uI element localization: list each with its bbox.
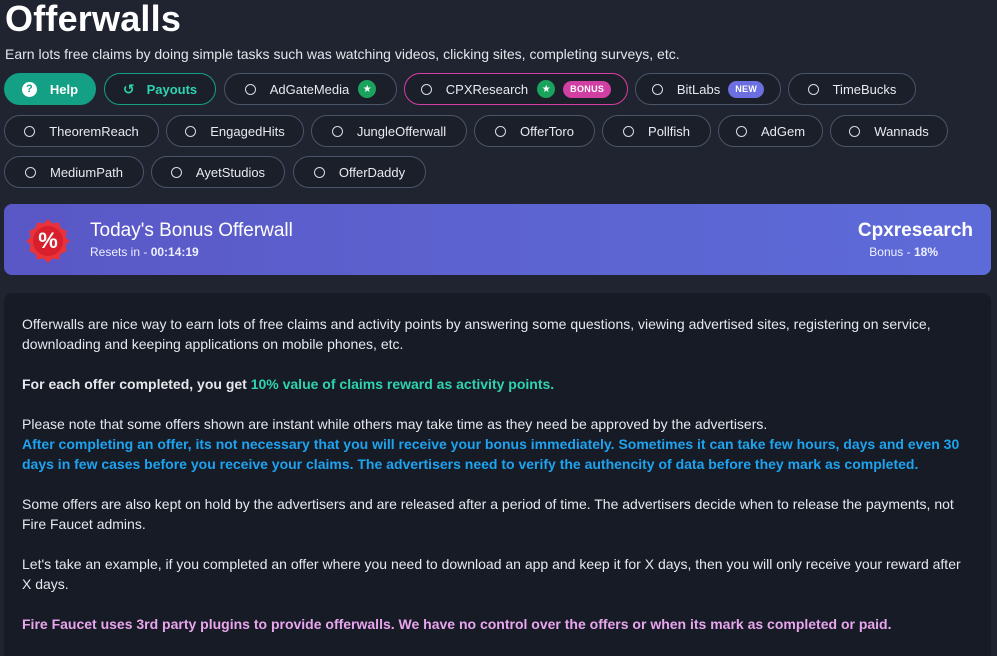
help-button[interactable]: ? Help [4, 73, 96, 105]
offerwall-label: CPXResearch [445, 81, 529, 97]
history-icon: ↺ [122, 80, 135, 97]
percent-badge-icon: % [26, 219, 70, 263]
offerwall-adgem[interactable]: AdGem [718, 115, 823, 147]
page-subtitle: Earn lots free claims by doing simple ta… [5, 46, 680, 62]
bonus-percentage: Bonus - 18% [869, 245, 938, 259]
offerwall-timebucks[interactable]: TimeBucks [788, 73, 916, 105]
info-disclaimer: Fire Faucet uses 3rd party plugins to pr… [22, 616, 892, 632]
star-icon: ★ [537, 80, 556, 98]
offerwall-offerdaddy[interactable]: OfferDaddy [293, 156, 426, 188]
question-icon: ? [21, 81, 37, 97]
offerwall-label: BitLabs [676, 81, 721, 97]
radio-icon [170, 166, 182, 178]
bonus-badge: BONUS [563, 80, 612, 98]
info-intro: Offerwalls are nice way to earn lots of … [22, 316, 931, 352]
reset-time: 00:14:19 [150, 245, 199, 259]
reset-label: Resets in - [90, 245, 151, 259]
payouts-label: Payouts [146, 81, 198, 97]
new-badge: NEW [728, 80, 765, 98]
offerwall-label: TimeBucks [832, 81, 897, 97]
offerwall-label: EngagedHits [210, 123, 285, 139]
info-hold: Some offers are also kept on hold by the… [22, 496, 954, 532]
radio-icon [623, 125, 635, 137]
offerwalls-page: Offerwalls Earn lots free claims by doin… [0, 0, 997, 656]
offerwall-engagedhits[interactable]: EngagedHits [166, 115, 304, 147]
info-reward: For each offer completed, you get 10% va… [22, 374, 973, 394]
bonus-title: Today's Bonus Offerwall [90, 220, 293, 241]
reward-highlight: 10% value of claims reward as activity p… [250, 376, 555, 392]
info-approval: Please note that some offers shown are i… [22, 414, 973, 474]
offerwall-ayetstudios[interactable]: AyetStudios [151, 156, 285, 188]
bonus-offerwall-name: Cpxresearch [857, 220, 973, 241]
offerwall-label: OfferDaddy [338, 164, 406, 180]
radio-icon [331, 125, 343, 137]
radio-icon [849, 125, 861, 137]
info-example: Let's take an example, if you completed … [22, 556, 961, 592]
approval-note: Please note that some offers shown are i… [22, 416, 768, 432]
offerwall-jungleofferwall[interactable]: JungleOfferwall [311, 115, 467, 147]
radio-icon [420, 83, 432, 95]
offerwall-label: AdGateMedia [269, 81, 350, 97]
radio-icon [807, 83, 819, 95]
help-label: Help [49, 81, 79, 97]
reward-prefix: For each offer completed, you get [22, 376, 251, 392]
offerwall-label: MediumPath [50, 164, 123, 180]
offerwall-wannads[interactable]: Wannads [830, 115, 948, 147]
offerwall-label: OfferToro [520, 123, 574, 139]
bonus-offerwall-banner: % Today's Bonus Offerwall Resets in - 00… [4, 204, 991, 275]
percent-symbol: % [38, 228, 58, 253]
page-title: Offerwalls [5, 0, 182, 39]
star-icon: ★ [358, 80, 377, 98]
offerwall-label: JungleOfferwall [356, 123, 447, 139]
radio-icon [313, 166, 325, 178]
payouts-button[interactable]: ↺ Payouts [104, 73, 216, 105]
offerwall-offertoro[interactable]: OfferToro [474, 115, 595, 147]
offerwall-label: TheoremReach [49, 123, 139, 139]
offerwall-label: AyetStudios [195, 164, 266, 180]
offerwall-pollfish[interactable]: Pollfish [602, 115, 711, 147]
offerwall-label: AdGem [760, 123, 806, 139]
radio-icon [495, 125, 507, 137]
offerwall-theoremreach[interactable]: TheoremReach [4, 115, 159, 147]
offerwall-bitlabs[interactable]: BitLabs NEW [635, 73, 781, 105]
offerwall-adgatemedia[interactable]: AdGateMedia ★ [224, 73, 397, 105]
radio-icon [244, 83, 256, 95]
offerwall-label: Wannads [874, 123, 929, 139]
radio-icon [185, 125, 197, 137]
offerwall-cpxresearch[interactable]: CPXResearch ★ BONUS [404, 73, 628, 105]
bonus-value: 18% [913, 245, 938, 259]
radio-icon [735, 125, 747, 137]
bonus-reset-timer: Resets in - 00:14:19 [90, 245, 199, 259]
bonus-label: Bonus - [869, 245, 914, 259]
radio-icon [651, 83, 663, 95]
offerwall-mediumpath[interactable]: MediumPath [4, 156, 144, 188]
radio-icon [25, 166, 36, 178]
approval-warning: After completing an offer, its not neces… [22, 436, 960, 472]
offerwall-info-card: Offerwalls are nice way to earn lots of … [4, 293, 991, 656]
offerwall-label: Pollfish [648, 123, 690, 139]
radio-icon [24, 125, 36, 137]
